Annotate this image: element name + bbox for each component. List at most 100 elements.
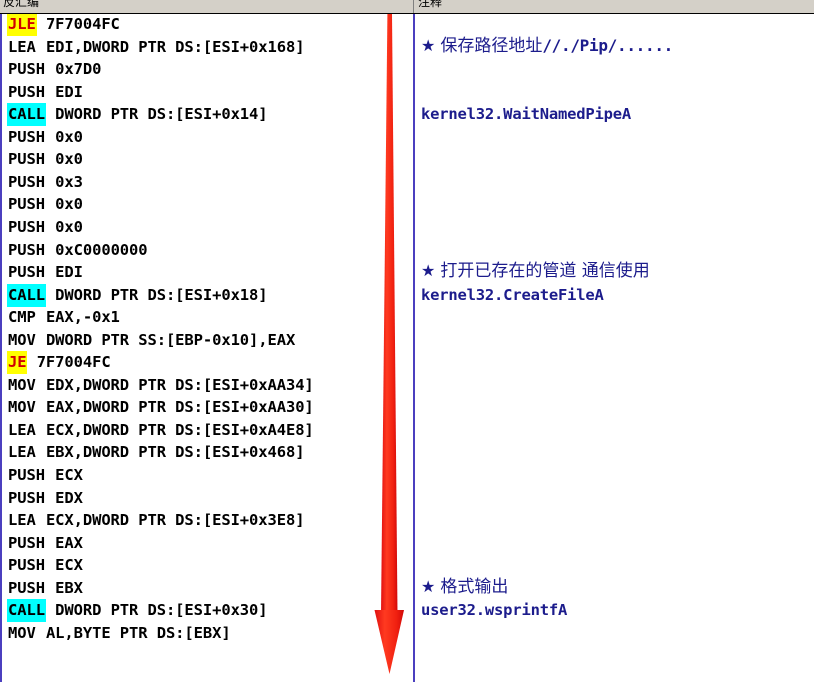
instruction-operands: 7F7004FC xyxy=(45,15,120,33)
disassembly-row[interactable]: MOV DWORD PTR SS:[EBP-0x10],EAX xyxy=(2,329,413,352)
disassembly-row[interactable]: PUSH 0x0 xyxy=(2,193,413,216)
instruction-operands: 7F7004FC xyxy=(36,353,111,372)
column-header-strip: 反汇编 注释 xyxy=(0,0,814,14)
instruction-operands: 0xC0000000 xyxy=(55,240,148,259)
comment-note-chinese[interactable]: ★ 保存路径地址//./Pip/...... xyxy=(421,34,673,58)
instruction-operands: DWORD PTR DS:[ESI+0x30] xyxy=(55,601,268,620)
instruction-mnemonic: PUSH xyxy=(8,240,45,259)
instruction-mnemonic: CALL xyxy=(7,103,46,127)
instruction-operands: 0x3 xyxy=(55,172,83,191)
instruction-operands: ECX xyxy=(55,556,83,575)
instruction-operands: EDI xyxy=(55,263,83,282)
instruction-operands: 0x0 xyxy=(55,150,83,169)
instruction-operands: EAX xyxy=(55,533,83,552)
instruction-mnemonic: PUSH xyxy=(8,60,45,79)
instruction-mnemonic: MOV xyxy=(8,375,36,394)
disassembly-row[interactable]: PUSH ECX xyxy=(2,464,413,487)
instruction-mnemonic: MOV xyxy=(8,398,36,417)
instruction-mnemonic: LEA xyxy=(8,37,36,56)
disassembly-row[interactable]: PUSH 0x7D0 xyxy=(2,58,413,81)
instruction-mnemonic: PUSH xyxy=(8,127,45,146)
disassembly-row[interactable]: JLE 7F7004FC xyxy=(2,14,413,36)
instruction-operands: EDI xyxy=(55,82,83,101)
instruction-mnemonic: PUSH xyxy=(8,578,45,597)
instruction-operands: 0x0 xyxy=(55,195,83,214)
instruction-operands: 0x7D0 xyxy=(55,60,102,79)
disassembly-row[interactable]: CMP EAX,-0x1 xyxy=(2,306,413,329)
comment-pane[interactable]: ★ 保存路径地址//./Pip/...... kernel32.WaitNamedP… xyxy=(413,14,814,682)
instruction-mnemonic: PUSH xyxy=(8,217,45,236)
comment-note-text: 保存路径地址 xyxy=(440,35,543,56)
debugger-window: 反汇编 注释 JLE 7F7004FC LEA EDI,DWORD PTR DS:… xyxy=(0,0,814,682)
instruction-mnemonic: MOV xyxy=(8,623,36,642)
instruction-operands: ECX,DWORD PTR DS:[ESI+0x3E8] xyxy=(45,511,305,530)
disassembly-row[interactable]: CALL DWORD PTR DS:[ESI+0x30] xyxy=(2,599,413,623)
instruction-mnemonic: CMP xyxy=(8,308,36,327)
disassembly-row[interactable]: PUSH 0x0 xyxy=(2,148,413,171)
instruction-operands: DWORD PTR DS:[ESI+0x14] xyxy=(55,105,268,124)
instruction-mnemonic: LEA xyxy=(8,443,36,462)
column-divider[interactable] xyxy=(413,0,414,13)
disassembly-row[interactable]: PUSH EBX xyxy=(2,577,413,600)
column-header-comment[interactable]: 注释 xyxy=(414,0,814,12)
instruction-operands: EBX,DWORD PTR DS:[ESI+0x468] xyxy=(45,443,305,462)
disassembly-row[interactable]: PUSH EDI xyxy=(2,261,413,284)
disassembly-row[interactable]: PUSH ECX xyxy=(2,554,413,577)
instruction-mnemonic: PUSH xyxy=(8,195,45,214)
disassembly-row[interactable]: CALL DWORD PTR DS:[ESI+0x14] xyxy=(2,103,413,127)
instruction-operands: EAX,-0x1 xyxy=(45,308,120,327)
instruction-mnemonic: PUSH xyxy=(8,82,45,101)
disassembly-row[interactable]: LEA ECX,DWORD PTR DS:[ESI+0xA4E8] xyxy=(2,419,413,442)
comment-note-chinese[interactable]: ★ 格式输出 xyxy=(421,575,508,599)
instruction-mnemonic: CALL xyxy=(7,283,46,307)
instruction-mnemonic: PUSH xyxy=(8,172,45,191)
instruction-operands: 0x0 xyxy=(55,127,83,146)
instruction-mnemonic: PUSH xyxy=(8,488,45,507)
instruction-operands: DWORD PTR DS:[ESI+0x18] xyxy=(55,285,268,304)
instruction-operands: EDX xyxy=(55,488,83,507)
star-icon: ★ xyxy=(421,576,436,596)
instruction-operands: 0x0 xyxy=(55,217,83,236)
disassembly-pane[interactable]: JLE 7F7004FC LEA EDI,DWORD PTR DS:[ESI+0x… xyxy=(0,14,413,682)
api-call-label[interactable]: kernel32.CreateFileA xyxy=(421,284,604,307)
api-call-label[interactable]: kernel32.WaitNamedPipeA xyxy=(421,103,631,126)
instruction-mnemonic: JLE xyxy=(7,14,37,36)
disassembly-row[interactable]: PUSH 0x3 xyxy=(2,171,413,194)
disassembly-row[interactable]: MOV EDX,DWORD PTR DS:[ESI+0xAA34] xyxy=(2,374,413,397)
instruction-mnemonic: MOV xyxy=(8,330,36,349)
disassembly-row[interactable]: MOV EAX,DWORD PTR DS:[ESI+0xAA30] xyxy=(2,396,413,419)
api-call-label[interactable]: user32.wsprintfA xyxy=(421,599,567,622)
disassembly-row[interactable]: PUSH EDI xyxy=(2,81,413,104)
instruction-mnemonic: PUSH xyxy=(8,150,45,169)
disassembly-row[interactable]: MOV AL,BYTE PTR DS:[EBX] xyxy=(2,622,413,645)
column-header-disassembly[interactable]: 反汇编 xyxy=(0,0,414,12)
disassembly-row[interactable]: PUSH 0xC0000000 xyxy=(2,239,413,262)
comment-note-path: //./Pip/...... xyxy=(542,35,674,55)
comment-note-text: 格式输出 xyxy=(440,576,509,597)
disassembly-row[interactable]: LEA EDI,DWORD PTR DS:[ESI+0x168] xyxy=(2,36,413,59)
instruction-operands: AL,BYTE PTR DS:[EBX] xyxy=(45,623,231,642)
star-icon: ★ xyxy=(421,35,436,55)
instruction-mnemonic: JE xyxy=(7,351,28,375)
comment-note-chinese[interactable]: ★ 打开已存在的管道 通信使用 xyxy=(421,259,650,283)
instruction-mnemonic: CALL xyxy=(7,599,46,623)
disassembly-row[interactable]: PUSH 0x0 xyxy=(2,216,413,239)
instruction-operands: EBX xyxy=(55,578,83,597)
instruction-mnemonic: PUSH xyxy=(8,263,45,282)
disassembly-row[interactable]: PUSH EDX xyxy=(2,487,413,510)
disassembly-row[interactable]: PUSH EAX xyxy=(2,532,413,555)
instruction-mnemonic: PUSH xyxy=(8,466,45,484)
instruction-operands: EDX,DWORD PTR DS:[ESI+0xAA34] xyxy=(45,375,314,394)
instruction-mnemonic: PUSH xyxy=(8,556,45,575)
comment-note-text: 打开已存在的管道 通信使用 xyxy=(440,261,650,282)
star-icon: ★ xyxy=(421,261,436,281)
instruction-operands: EDI,DWORD PTR DS:[ESI+0x168] xyxy=(45,37,305,56)
disassembly-row[interactable]: LEA ECX,DWORD PTR DS:[ESI+0x3E8] xyxy=(2,509,413,532)
disassembly-row[interactable]: CALL DWORD PTR DS:[ESI+0x18] xyxy=(2,283,413,307)
disassembly-row[interactable]: PUSH 0x0 xyxy=(2,126,413,149)
instruction-mnemonic: LEA xyxy=(8,511,36,530)
disassembly-row[interactable]: LEA EBX,DWORD PTR DS:[ESI+0x468] xyxy=(2,441,413,464)
instruction-operands: DWORD PTR SS:[EBP-0x10],EAX xyxy=(45,330,296,349)
disassembly-row[interactable]: JE 7F7004FC xyxy=(2,351,413,375)
instruction-mnemonic: PUSH xyxy=(8,533,45,552)
